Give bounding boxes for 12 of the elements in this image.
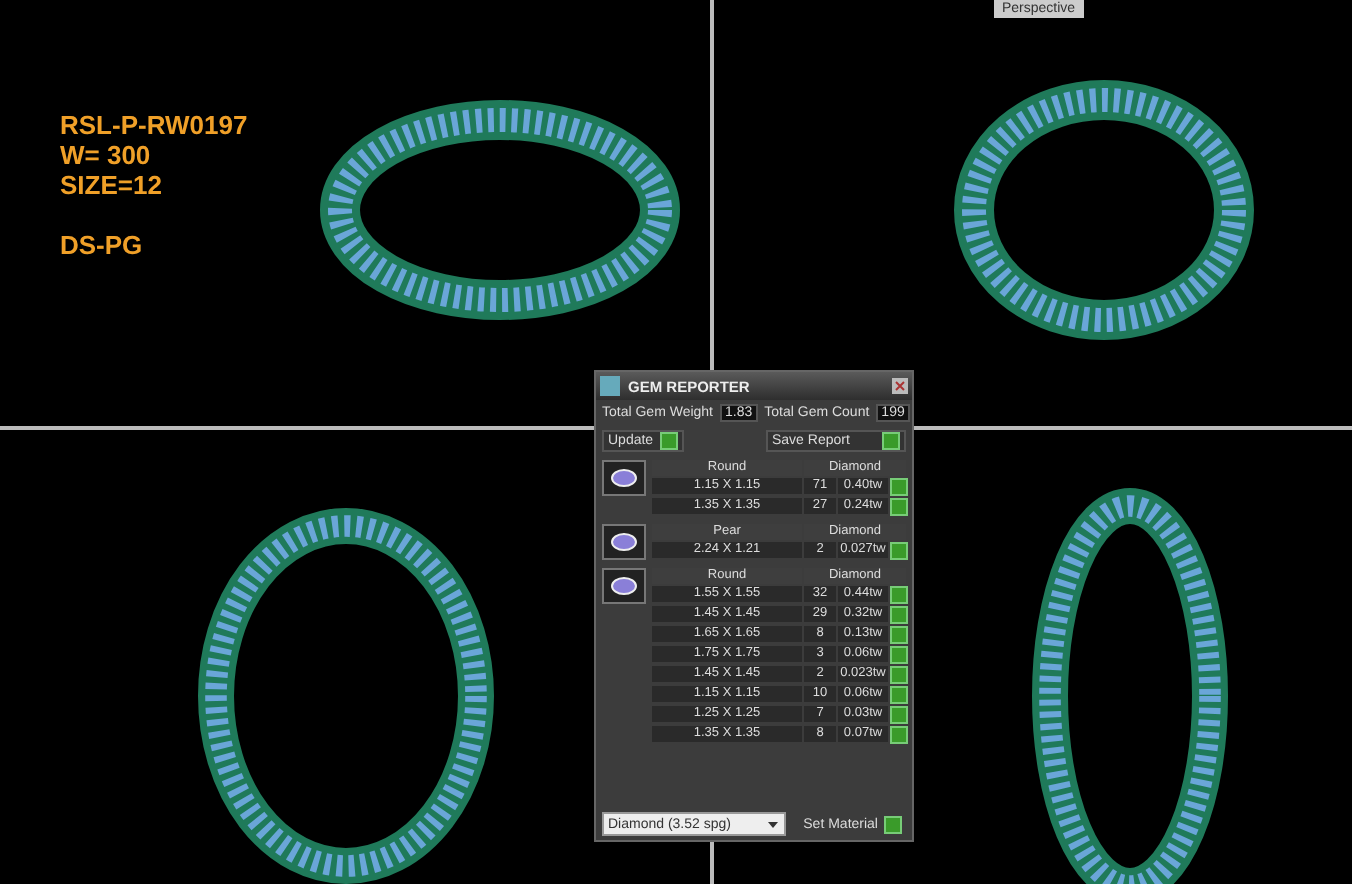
gem-icon xyxy=(610,468,638,488)
gem-icon xyxy=(610,576,638,596)
model-code: DS-PG xyxy=(60,230,143,260)
model-label: RSL-P-RW0197 W= 300 SIZE=12 xyxy=(60,110,248,200)
gem-thumbnail[interactable] xyxy=(602,568,646,604)
gem-thumbnail[interactable] xyxy=(602,524,646,560)
app-icon xyxy=(600,376,620,396)
close-icon[interactable] xyxy=(892,378,908,394)
gem-icon xyxy=(610,532,638,552)
gem-thumbnail[interactable] xyxy=(602,460,646,496)
caret-icon xyxy=(766,817,780,831)
select-icon[interactable] xyxy=(890,542,908,560)
